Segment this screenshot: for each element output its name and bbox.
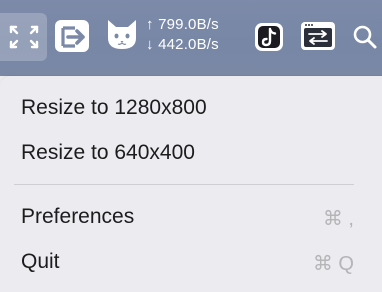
- menu-item-quit[interactable]: Quit ⌘ Q: [0, 242, 382, 282]
- menu-item-label: Resize to 640x400: [21, 141, 195, 164]
- menu-item-label: Preferences: [21, 205, 135, 228]
- cat-icon[interactable]: [105, 16, 139, 57]
- enter-icon[interactable]: [54, 19, 92, 60]
- upload-speed: ↑ 799.0B/s: [146, 16, 219, 33]
- download-speed: ↓ 442.0B/s: [146, 36, 219, 53]
- resize-icon: [9, 25, 39, 49]
- menu-item-label: Quit: [21, 250, 60, 273]
- menu-item-label: Resize to 1280x800: [21, 96, 207, 119]
- menu-bar: ↑ 799.0B/s ↓ 442.0B/s: [0, 0, 382, 76]
- menu-item-resize-1280x800[interactable]: Resize to 1280x800: [0, 88, 382, 128]
- screen-transfer-icon[interactable]: [300, 21, 336, 56]
- tiktok-icon[interactable]: [254, 22, 284, 57]
- dropdown-menu: Resize to 1280x800 Resize to 640x400 Pre…: [0, 76, 382, 292]
- menu-item-shortcut: ⌘ Q: [312, 253, 354, 275]
- menu-separator: [14, 184, 354, 185]
- menu-item-resize-640x400[interactable]: Resize to 640x400: [0, 133, 382, 173]
- menu-item-shortcut: ⌘ ,: [322, 208, 354, 230]
- resize-menu-button[interactable]: [0, 13, 47, 61]
- network-speed[interactable]: ↑ 799.0B/s ↓ 442.0B/s: [146, 15, 219, 55]
- menu-item-preferences[interactable]: Preferences ⌘ ,: [0, 197, 382, 237]
- search-icon[interactable]: [352, 24, 378, 55]
